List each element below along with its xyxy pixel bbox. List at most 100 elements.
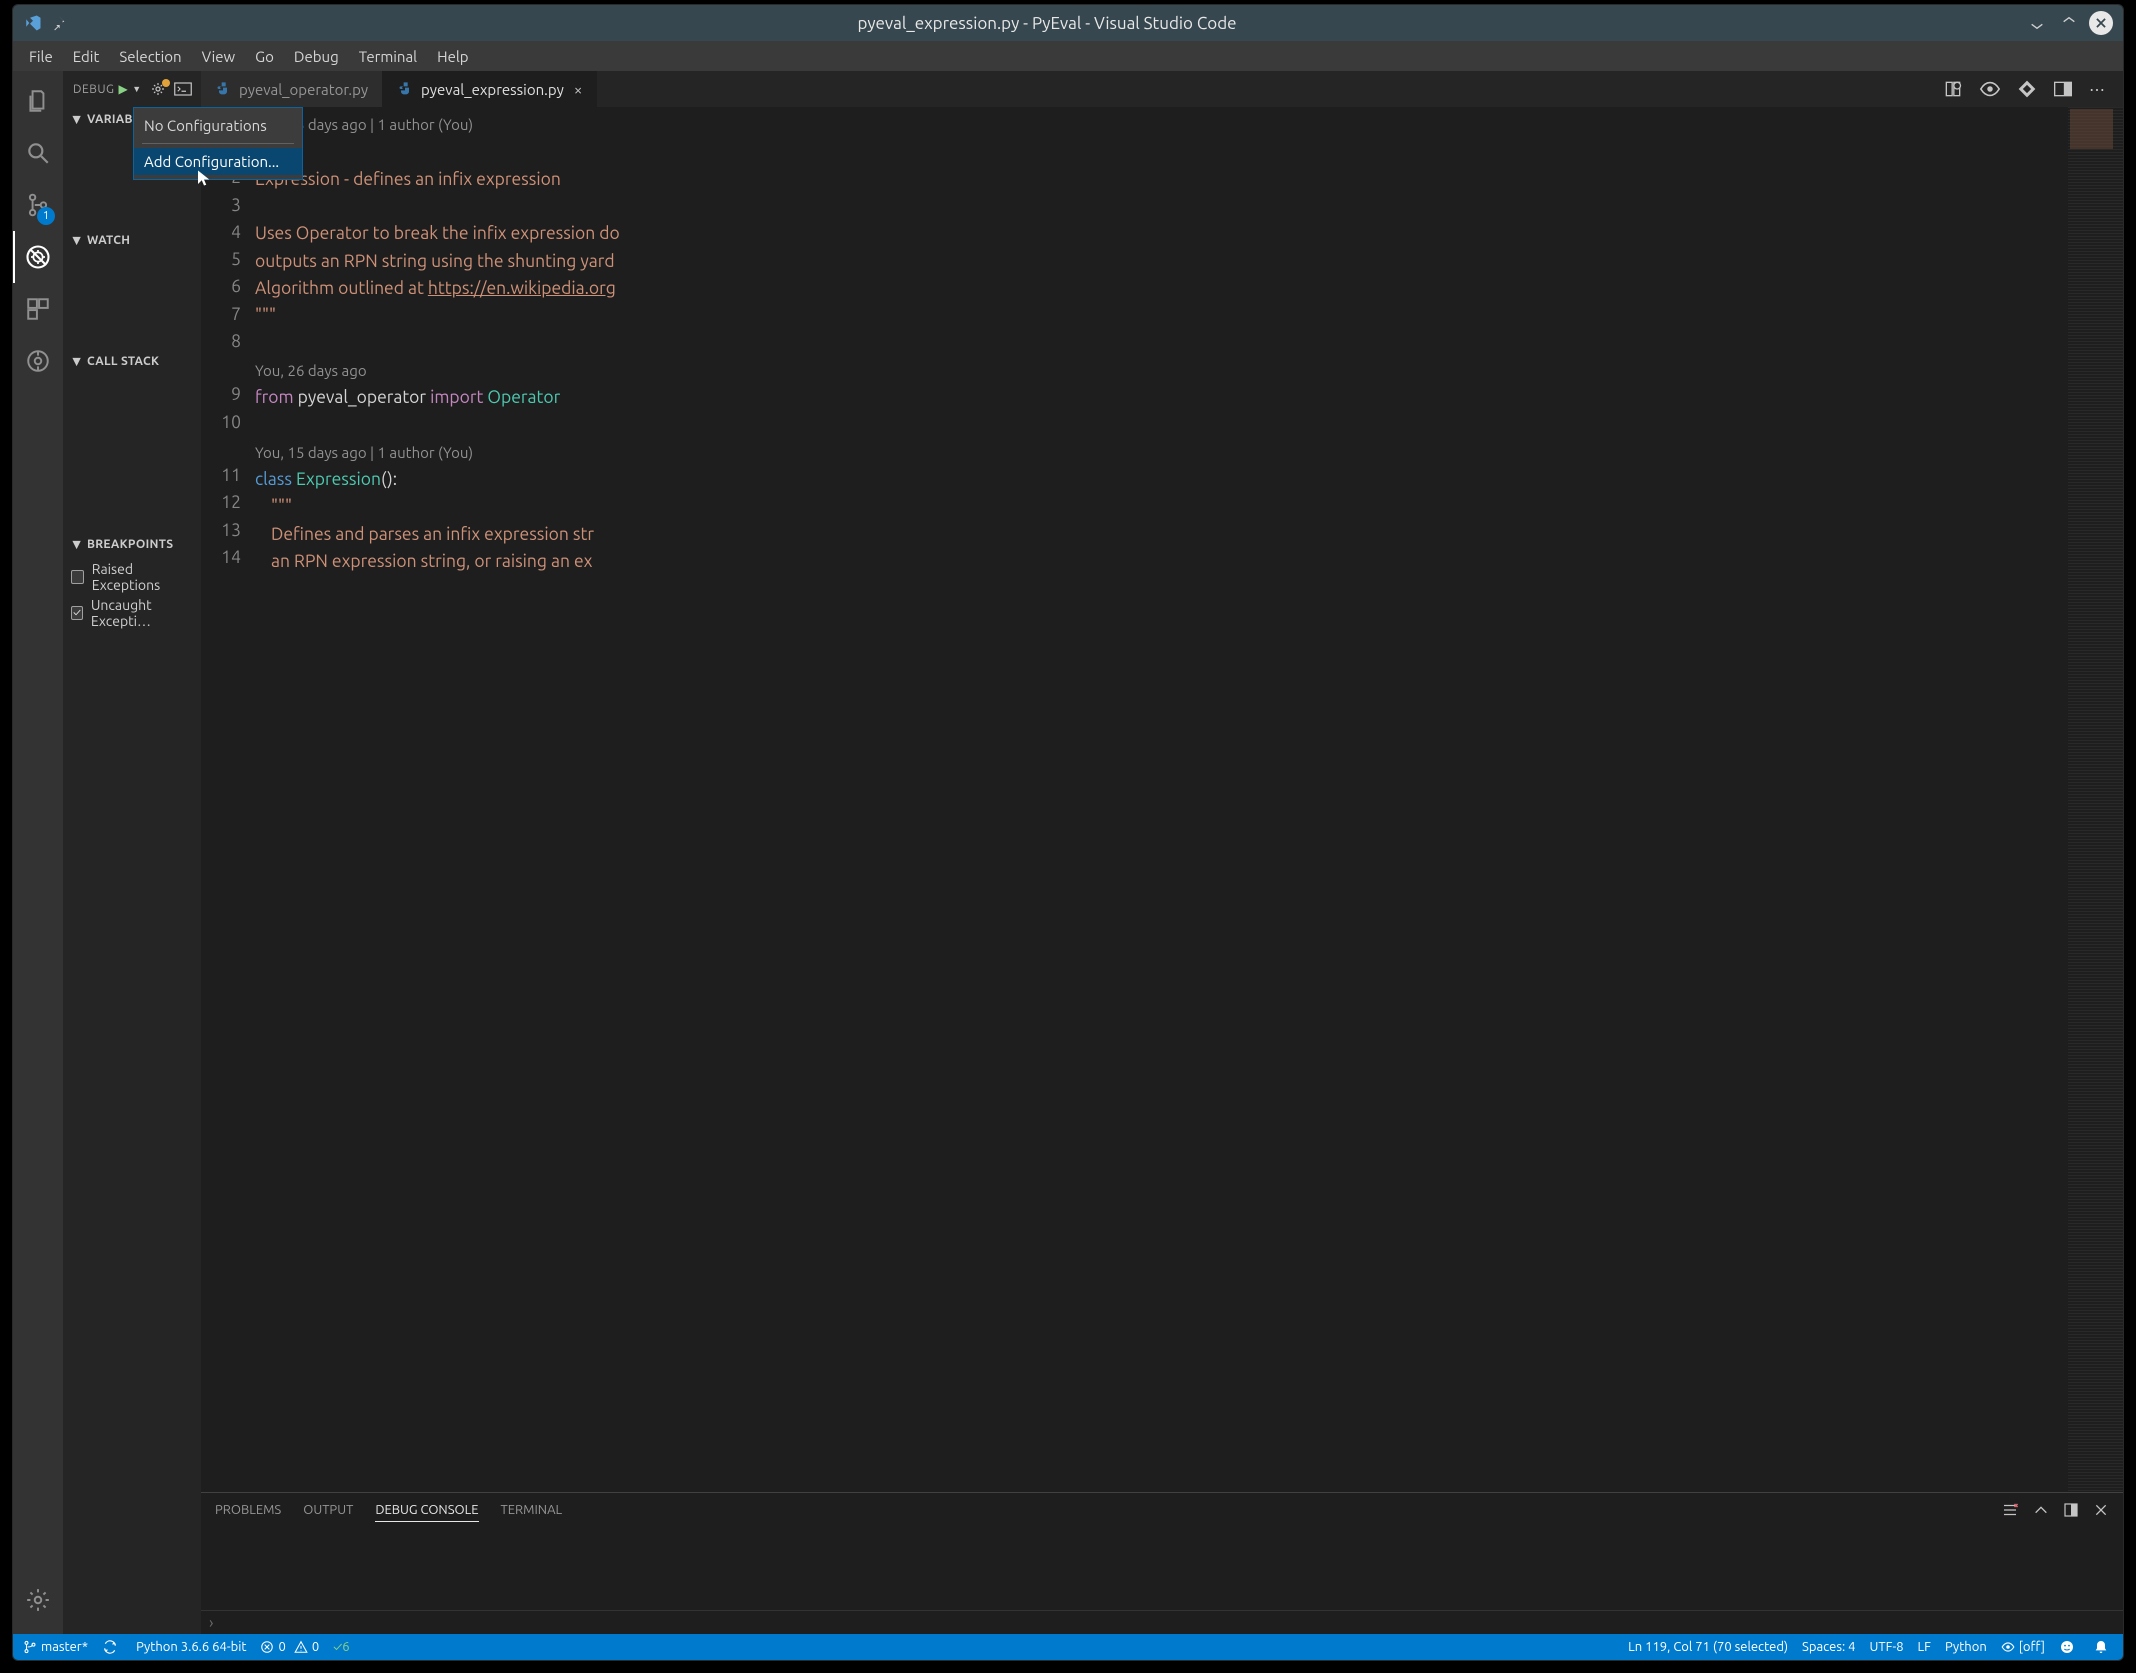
- editor-area: No Configurations Add Configuration... p…: [201, 71, 2123, 1634]
- tab-pyeval-operator[interactable]: pyeval_operator.py: [201, 71, 383, 107]
- status-cursor-position[interactable]: Ln 119, Col 71 (70 selected): [1628, 1640, 1788, 1654]
- breakpoints-section-header[interactable]: ▶BREAKPOINTS: [63, 532, 201, 557]
- status-warnings[interactable]: 0: [294, 1640, 319, 1654]
- bottom-panel: PROBLEMS OUTPUT DEBUG CONSOLE TERMINAL ›: [201, 1492, 2123, 1634]
- debug-console-body[interactable]: [201, 1527, 2123, 1610]
- code-editor[interactable]: You, 15 days ago | 1 author (You) """ Ex…: [255, 107, 2067, 1492]
- split-editor-icon[interactable]: [2053, 80, 2073, 98]
- editor-tabbar: pyeval_operator.py pyeval_expression.py …: [201, 71, 2123, 107]
- breakpoint-raised-exceptions[interactable]: Raised Exceptions: [71, 559, 193, 595]
- status-git-branch[interactable]: master*: [23, 1640, 88, 1654]
- config-warning-dot: [162, 79, 170, 87]
- python-icon: [397, 81, 413, 97]
- close-tab-icon[interactable]: ×: [574, 81, 582, 98]
- scm-badge: 1: [37, 207, 55, 225]
- dropdown-no-configurations[interactable]: No Configurations: [134, 112, 302, 139]
- chevron-down-icon: ▶: [71, 541, 83, 549]
- menu-debug[interactable]: Debug: [284, 45, 349, 68]
- menubar: File Edit Selection View Go Debug Termin…: [13, 41, 2123, 71]
- menu-view[interactable]: View: [192, 45, 246, 68]
- tab-pyeval-expression[interactable]: pyeval_expression.py ×: [383, 71, 597, 107]
- status-python-version[interactable]: Python 3.6.6 64-bit: [136, 1640, 246, 1654]
- debug-console-input[interactable]: ›: [201, 1610, 2123, 1634]
- clear-console-icon[interactable]: [2001, 1501, 2019, 1519]
- maximize-panel-icon[interactable]: [2063, 1502, 2079, 1518]
- status-live-share[interactable]: [off]: [2001, 1640, 2045, 1654]
- activity-scm[interactable]: 1: [13, 179, 63, 231]
- activity-bar: 1: [13, 71, 63, 1634]
- chevron-down-icon: ▶: [71, 116, 83, 124]
- status-sync-icon[interactable]: [102, 1639, 122, 1655]
- debug-config-dropdown[interactable]: No Configurations Add Configuration...: [133, 107, 303, 180]
- checkbox-unchecked[interactable]: [71, 570, 84, 584]
- status-feedback-icon[interactable]: [2059, 1639, 2079, 1655]
- dropdown-separator: [142, 143, 294, 144]
- panel-tab-debug-console[interactable]: DEBUG CONSOLE: [375, 1499, 478, 1522]
- editor-actions: ⋯: [1925, 71, 2123, 107]
- menu-selection[interactable]: Selection: [109, 45, 191, 68]
- minimize-button[interactable]: [2025, 11, 2049, 35]
- activity-settings[interactable]: [13, 1574, 63, 1626]
- editor-split: 1 2 3 4 5 6 7 8 9 10 11 12 13 14 You, 15…: [201, 107, 2123, 1492]
- window: pyeval_expression.py - PyEval - Visual S…: [12, 4, 2124, 1661]
- start-debug-icon[interactable]: ▶: [118, 82, 128, 96]
- menu-go[interactable]: Go: [245, 45, 284, 68]
- panel-tabs: PROBLEMS OUTPUT DEBUG CONSOLE TERMINAL: [201, 1493, 2123, 1527]
- watch-section-header[interactable]: ▶WATCH: [63, 228, 201, 253]
- close-panel-icon[interactable]: [2093, 1502, 2109, 1518]
- status-tests[interactable]: ✓ 6: [333, 1640, 349, 1654]
- watch-body: [63, 253, 201, 349]
- pin-icon[interactable]: [51, 15, 67, 31]
- dropdown-add-configuration[interactable]: Add Configuration...: [134, 148, 302, 175]
- panel-tab-terminal[interactable]: TERMINAL: [501, 1499, 563, 1521]
- status-eol[interactable]: LF: [1918, 1640, 1931, 1654]
- status-language[interactable]: Python: [1945, 1640, 1987, 1654]
- debug-sidebar: DEBUG ▶ ▼ ▶VARIABLES ▶WATCH ▶CALL STACK …: [63, 71, 201, 1634]
- callstack-body: [63, 374, 201, 532]
- codelens[interactable]: You, 26 days ago: [255, 357, 2067, 384]
- status-encoding[interactable]: UTF-8: [1869, 1640, 1903, 1654]
- callstack-section-header[interactable]: ▶CALL STACK: [63, 349, 201, 374]
- panel-tab-problems[interactable]: PROBLEMS: [215, 1499, 281, 1521]
- activity-search[interactable]: [13, 127, 63, 179]
- status-notifications-icon[interactable]: [2093, 1639, 2113, 1655]
- activity-gitlens[interactable]: [13, 335, 63, 387]
- activity-debug[interactable]: [13, 231, 63, 283]
- menu-edit[interactable]: Edit: [63, 45, 110, 68]
- maximize-button[interactable]: [2057, 11, 2081, 35]
- status-indentation[interactable]: Spaces: 4: [1802, 1640, 1855, 1654]
- status-errors[interactable]: 0: [260, 1640, 285, 1654]
- debug-title: DEBUG: [73, 83, 114, 96]
- panel-tab-output[interactable]: OUTPUT: [303, 1499, 353, 1521]
- status-bar: master* Python 3.6.6 64-bit 0 0 ✓ 6 Ln 1…: [13, 1634, 2123, 1660]
- chevron-down-icon: ▶: [71, 358, 83, 366]
- breakpoints-body: Raised Exceptions Uncaught Excepti…: [63, 557, 201, 633]
- minimap[interactable]: [2067, 107, 2123, 1492]
- close-button[interactable]: [2089, 11, 2113, 35]
- window-title: pyeval_expression.py - PyEval - Visual S…: [77, 14, 2017, 33]
- activity-explorer[interactable]: [13, 75, 63, 127]
- collapse-icon[interactable]: [2033, 1502, 2049, 1518]
- titlebar: pyeval_expression.py - PyEval - Visual S…: [13, 5, 2123, 41]
- debug-console-icon[interactable]: [174, 82, 192, 96]
- compare-icon[interactable]: [1943, 79, 1963, 99]
- chevron-down-icon: ▶: [71, 237, 83, 245]
- menu-help[interactable]: Help: [427, 45, 478, 68]
- activity-extensions[interactable]: [13, 283, 63, 335]
- breakpoint-uncaught-exceptions[interactable]: Uncaught Excepti…: [71, 595, 193, 631]
- python-icon: [215, 81, 231, 97]
- vscode-icon: [23, 13, 43, 33]
- preview-icon[interactable]: [1979, 80, 2001, 98]
- changes-icon[interactable]: [2017, 79, 2037, 99]
- more-actions-icon[interactable]: ⋯: [2089, 80, 2105, 99]
- menu-terminal[interactable]: Terminal: [349, 45, 427, 68]
- tab-label: pyeval_operator.py: [239, 81, 368, 98]
- codelens[interactable]: You, 15 days ago | 1 author (You): [255, 439, 2067, 466]
- debug-header: DEBUG ▶ ▼: [63, 71, 201, 107]
- codelens[interactable]: You, 15 days ago | 1 author (You): [255, 111, 2067, 138]
- config-dropdown-toggle[interactable]: ▼: [132, 84, 141, 94]
- checkbox-checked[interactable]: [71, 606, 83, 620]
- debug-settings-icon[interactable]: [150, 81, 166, 97]
- tab-label: pyeval_expression.py: [421, 81, 564, 98]
- menu-file[interactable]: File: [19, 45, 63, 68]
